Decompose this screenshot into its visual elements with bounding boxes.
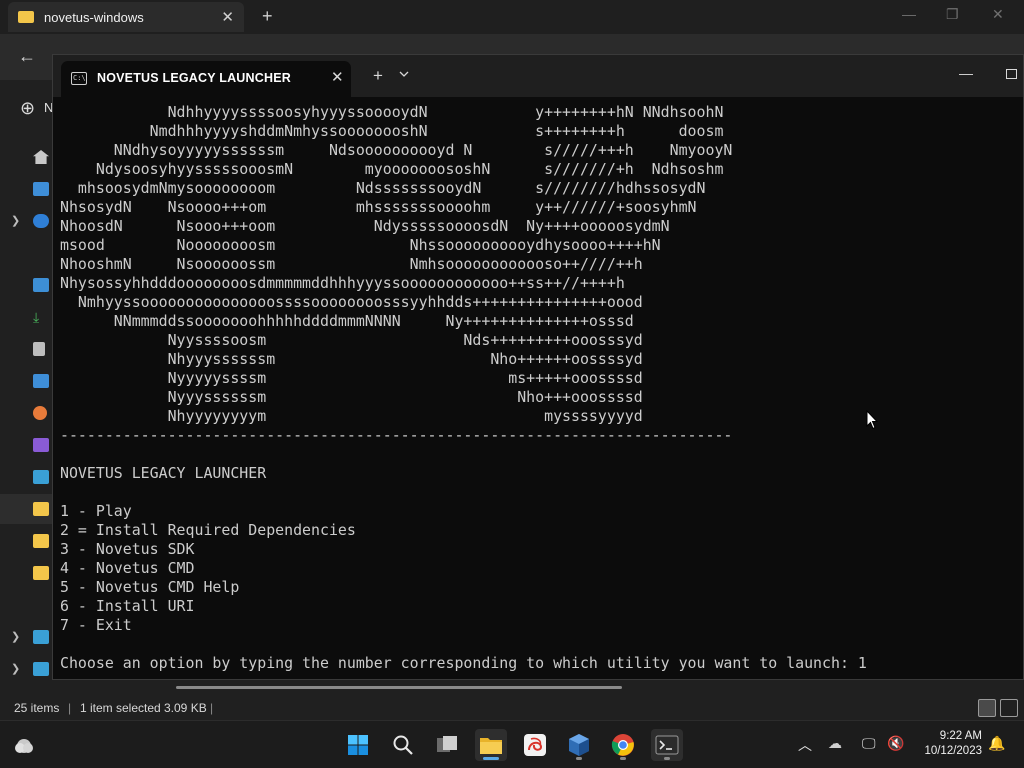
terminal-tab-title: NOVETUS LEGACY LAUNCHER bbox=[97, 71, 291, 85]
selection-size: 3.09 KB bbox=[164, 701, 207, 715]
network-icon[interactable] bbox=[33, 662, 49, 676]
clock[interactable]: 9:22 AM 10/12/2023 bbox=[912, 729, 982, 759]
chevron-up-icon[interactable]: ︿ bbox=[798, 735, 812, 755]
task-view-icon bbox=[437, 736, 457, 752]
chrome-icon bbox=[611, 734, 634, 756]
terminal-text: NdhhyyyyssssoosyhyyyssooooydN y++++++++h… bbox=[60, 103, 867, 672]
status-divider: | bbox=[210, 701, 214, 715]
chrome-taskbar-button[interactable] bbox=[607, 729, 639, 761]
maximize-icon[interactable] bbox=[1006, 69, 1017, 79]
new-tab-icon[interactable]: + bbox=[373, 67, 383, 84]
app-taskbar-button[interactable] bbox=[519, 729, 551, 761]
status-bar: 25 items | 1 item selected 3.09 KB | bbox=[0, 696, 1024, 720]
windows-logo-icon bbox=[348, 735, 368, 755]
pictures-icon[interactable] bbox=[33, 374, 49, 388]
status-divider: | bbox=[68, 701, 72, 715]
minimize-icon[interactable]: — bbox=[902, 6, 916, 22]
downloads-icon[interactable]: ⤓ bbox=[33, 310, 49, 324]
explorer-tab-title: novetus-windows bbox=[44, 9, 144, 25]
back-arrow-icon[interactable]: ← bbox=[18, 46, 36, 67]
running-indicator bbox=[576, 757, 582, 760]
notification-bell-icon[interactable]: 🔔 bbox=[988, 735, 1005, 752]
weather-icon[interactable] bbox=[12, 733, 36, 757]
clock-time: 9:22 AM bbox=[939, 730, 982, 742]
active-indicator bbox=[483, 757, 499, 760]
tiles-view-icon[interactable] bbox=[1000, 699, 1018, 717]
task-view-button[interactable] bbox=[431, 729, 463, 761]
folder-icon[interactable] bbox=[33, 502, 49, 516]
close-tab-icon[interactable]: ✕ bbox=[331, 68, 344, 86]
selection-count: 1 item selected bbox=[80, 701, 161, 715]
onedrive-tray-icon[interactable]: ☁ bbox=[828, 735, 842, 752]
search-button[interactable] bbox=[387, 729, 419, 761]
music-icon[interactable] bbox=[33, 406, 47, 420]
terminal-icon bbox=[655, 735, 679, 755]
running-indicator bbox=[620, 757, 626, 760]
terminal-tab[interactable]: C:\ NOVETUS LEGACY LAUNCHER ✕ bbox=[61, 61, 351, 97]
this-pc-icon[interactable] bbox=[33, 470, 49, 484]
gallery-icon[interactable] bbox=[33, 182, 49, 196]
item-count: 25 items bbox=[14, 701, 60, 715]
desktop-icon[interactable] bbox=[33, 278, 49, 292]
new-plus-icon[interactable]: ⊕ bbox=[20, 98, 35, 119]
chevron-down-icon[interactable] bbox=[399, 69, 409, 79]
folder-icon[interactable] bbox=[33, 566, 49, 580]
explorer-tab-bar: novetus-windows ✕ + — ❐ ✕ bbox=[0, 0, 1024, 34]
clock-date: 10/12/2023 bbox=[924, 745, 982, 757]
videos-icon[interactable] bbox=[33, 438, 49, 452]
onedrive-icon[interactable] bbox=[33, 214, 49, 228]
horizontal-scrollbar[interactable] bbox=[176, 686, 622, 689]
close-icon[interactable]: ✕ bbox=[221, 8, 234, 26]
app-swirl-icon bbox=[524, 734, 546, 756]
terminal-title-bar: C:\ NOVETUS LEGACY LAUNCHER ✕ + — bbox=[53, 55, 1023, 97]
details-view-icon[interactable] bbox=[978, 699, 996, 717]
virtualbox-icon bbox=[569, 734, 589, 756]
start-button[interactable] bbox=[342, 729, 374, 761]
folder-icon bbox=[480, 738, 502, 754]
new-tab-icon[interactable]: + bbox=[262, 6, 273, 27]
virtualbox-taskbar-button[interactable] bbox=[563, 729, 595, 761]
terminal-taskbar-button[interactable] bbox=[651, 729, 683, 761]
documents-icon[interactable] bbox=[33, 342, 45, 356]
mouse-cursor-icon bbox=[866, 410, 878, 430]
chevron-right-icon[interactable]: ❯ bbox=[11, 662, 20, 675]
this-pc-icon[interactable] bbox=[33, 630, 49, 644]
taskbar: ︿ ☁ 🖵 🔇 9:22 AM 10/12/2023 🔔 bbox=[0, 720, 1024, 768]
terminal-output[interactable]: NdhhyyyyssssoosyhyyyssooooydN y++++++++h… bbox=[60, 103, 1020, 673]
volume-mute-icon[interactable]: 🔇 bbox=[887, 735, 904, 752]
cmd-icon: C:\ bbox=[71, 72, 87, 85]
explorer-tab[interactable]: novetus-windows ✕ bbox=[8, 2, 244, 32]
terminal-window: C:\ NOVETUS LEGACY LAUNCHER ✕ + — Ndhhyy… bbox=[52, 54, 1024, 680]
minimize-icon[interactable]: — bbox=[959, 65, 973, 81]
running-indicator bbox=[664, 757, 670, 760]
folder-icon bbox=[18, 11, 34, 23]
network-icon[interactable]: 🖵 bbox=[862, 735, 876, 752]
chevron-right-icon[interactable]: ❯ bbox=[11, 214, 20, 227]
close-window-icon[interactable]: ✕ bbox=[992, 6, 1004, 23]
restore-icon[interactable]: ❐ bbox=[946, 6, 959, 23]
search-icon bbox=[393, 735, 413, 755]
folder-icon[interactable] bbox=[33, 534, 49, 548]
file-explorer-taskbar-button[interactable] bbox=[475, 729, 507, 761]
chevron-right-icon[interactable]: ❯ bbox=[11, 630, 20, 643]
